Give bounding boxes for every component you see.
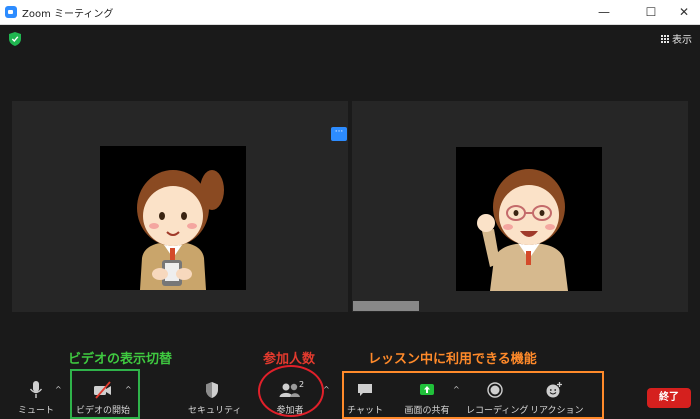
annotation-box-video bbox=[70, 369, 140, 419]
more-options-button[interactable]: ··· bbox=[331, 127, 347, 141]
zoom-logo-icon bbox=[5, 6, 17, 18]
mute-button[interactable]: ミュート bbox=[16, 381, 56, 416]
view-button[interactable]: 表示 bbox=[661, 31, 692, 46]
participant-avatar-left bbox=[100, 146, 246, 290]
microphone-icon bbox=[29, 381, 43, 398]
security-label: セキュリティ bbox=[188, 406, 242, 416]
annotation-box-features bbox=[342, 371, 604, 419]
avatar-illustration-right bbox=[477, 169, 568, 291]
participant-name-bar bbox=[353, 301, 419, 311]
grid-icon bbox=[661, 34, 669, 43]
maximize-button[interactable]: ☐ bbox=[637, 2, 665, 22]
title-bar: Zoom ミーティング — ☐ ✕ bbox=[0, 0, 700, 25]
mute-label: ミュート bbox=[17, 406, 54, 416]
end-meeting-button[interactable]: 終了 bbox=[647, 388, 691, 408]
annotation-ellipse-participants bbox=[258, 365, 324, 417]
minimize-button[interactable]: — bbox=[590, 2, 618, 22]
close-button[interactable]: ✕ bbox=[670, 2, 698, 22]
view-button-label: 表示 bbox=[672, 35, 692, 46]
shield-security-icon[interactable] bbox=[9, 32, 21, 46]
participants-options-caret-icon[interactable]: ^ bbox=[323, 385, 330, 394]
annotation-video-toggle: ビデオの表示切替 bbox=[68, 352, 173, 367]
security-button[interactable]: セキュリティ bbox=[188, 381, 242, 416]
audio-options-caret-icon[interactable]: ^ bbox=[55, 385, 62, 394]
participant-avatar-right bbox=[456, 147, 602, 291]
window-title: Zoom ミーティング bbox=[22, 9, 114, 20]
annotation-lesson-features: レッスン中に利用できる機能 bbox=[368, 352, 537, 367]
shield-icon bbox=[206, 382, 218, 398]
avatar-illustration-left bbox=[137, 170, 224, 290]
